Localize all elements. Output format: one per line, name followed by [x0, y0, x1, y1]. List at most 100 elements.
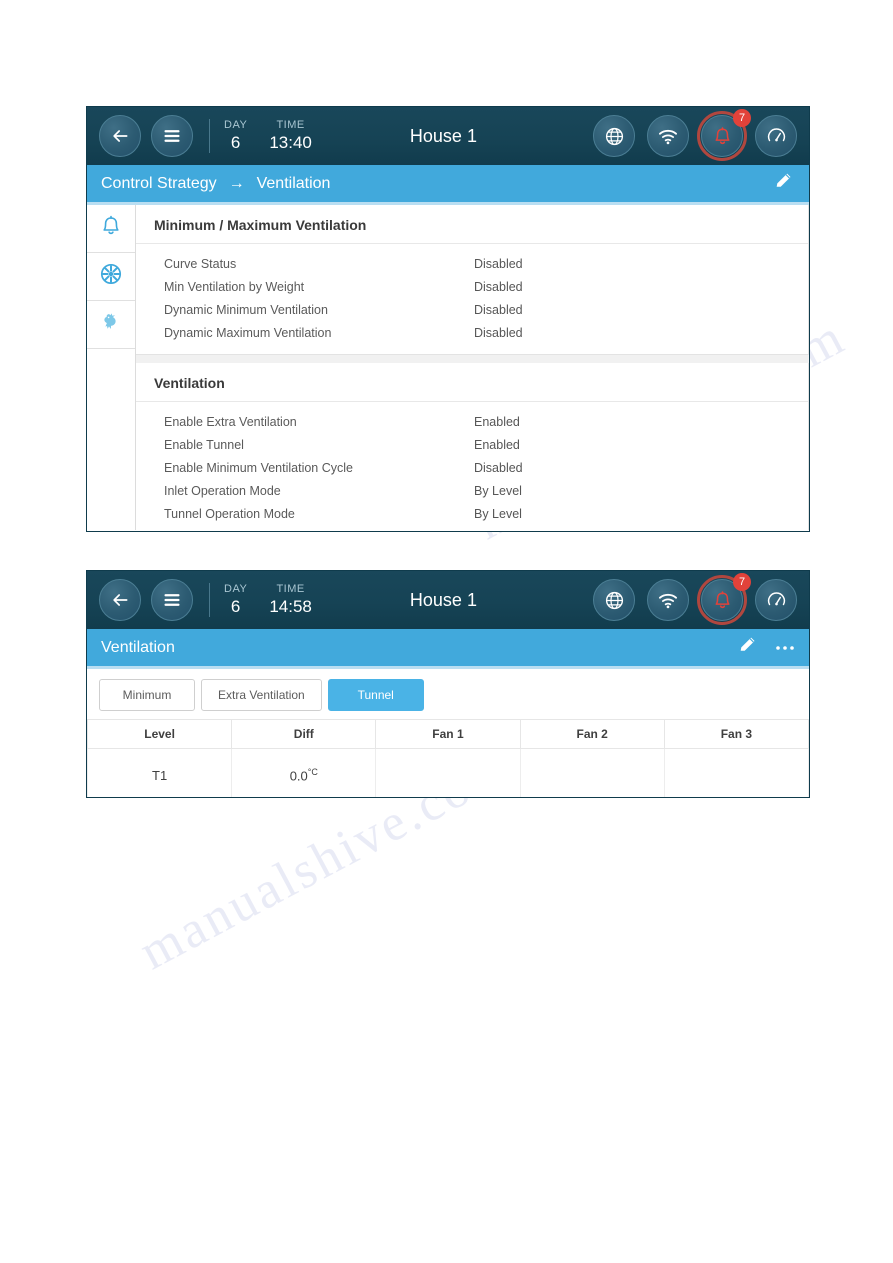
setting-value: Disabled: [474, 325, 523, 340]
back-button[interactable]: [99, 115, 141, 157]
tab-extra-ventilation[interactable]: Extra Ventilation: [201, 679, 322, 711]
setting-label: Enable Extra Ventilation: [164, 414, 297, 429]
setting-row[interactable]: Dynamic Minimum Ventilation Disabled: [136, 298, 808, 321]
cell-fan3[interactable]: [664, 748, 809, 797]
cell-level[interactable]: T1: [87, 748, 233, 797]
setting-row[interactable]: Curve Status Disabled: [136, 252, 808, 275]
alarm-bell-icon: [713, 126, 732, 147]
more-options-icon: [775, 639, 795, 657]
setting-row[interactable]: Dynamic Maximum Ventilation Disabled: [136, 321, 808, 344]
tab-minimum[interactable]: Minimum: [99, 679, 195, 711]
setting-value: By Level: [474, 483, 522, 498]
time-block: TIME 13:40: [269, 118, 312, 154]
card-title: Minimum / Maximum Ventilation: [136, 205, 808, 244]
day-label: DAY: [224, 583, 248, 595]
device-screen-ventilation-table: DAY 6 TIME 14:58 House 1 7 Ventilation M…: [86, 570, 810, 798]
cell-diff[interactable]: 0.0°C: [231, 748, 377, 797]
gauge-button[interactable]: [755, 115, 797, 157]
column-header-fan3: Fan 3: [664, 719, 809, 749]
setting-label: Curve Status: [164, 256, 237, 271]
day-time-group: DAY 6 TIME 13:40: [224, 118, 334, 154]
hamburger-menu-icon: [162, 592, 182, 608]
globe-icon: [604, 590, 625, 611]
globe-button[interactable]: [593, 579, 635, 621]
tunnel-levels-table: Level Diff Fan 1 Fan 2 Fan 3 T1 0.0°C: [87, 719, 809, 797]
time-value: 14:58: [269, 597, 312, 616]
back-button[interactable]: [99, 579, 141, 621]
status-bar: DAY 6 TIME 14:58 House 1 7: [87, 571, 809, 629]
status-bar-actions: 7: [593, 573, 797, 625]
sidebar-item-flock[interactable]: [87, 301, 135, 349]
setting-value: Disabled: [474, 256, 523, 271]
screen-body: Minimum / Maximum Ventilation Curve Stat…: [87, 205, 809, 530]
alarm-button[interactable]: 7: [697, 573, 751, 625]
time-block: TIME 14:58: [269, 582, 312, 618]
setting-value: Enabled: [474, 437, 520, 452]
day-block: DAY 6: [224, 582, 247, 618]
menu-button[interactable]: [151, 579, 193, 621]
table-header-row: Level Diff Fan 1 Fan 2 Fan 3: [87, 719, 809, 749]
setting-label: Inlet Operation Mode: [164, 483, 281, 498]
breadcrumb-bar: Control Strategy → Ventilation: [87, 165, 809, 205]
cell-diff-value: 0.0: [289, 768, 308, 784]
edit-button[interactable]: [773, 170, 795, 197]
setting-label: Dynamic Minimum Ventilation: [164, 302, 328, 317]
wifi-button[interactable]: [647, 115, 689, 157]
table-body: T1 0.0°C: [87, 748, 809, 797]
wifi-button[interactable]: [647, 579, 689, 621]
more-options-button[interactable]: [775, 639, 795, 657]
settings-content: Minimum / Maximum Ventilation Curve Stat…: [136, 205, 809, 530]
column-header-diff: Diff: [231, 719, 377, 749]
day-value: 6: [230, 597, 241, 616]
card-ventilation: Ventilation Enable Extra Ventilation Ena…: [136, 363, 809, 530]
setting-value: Disabled: [474, 279, 523, 294]
column-header-level: Level: [87, 719, 233, 749]
wifi-icon: [657, 127, 679, 145]
globe-button[interactable]: [593, 115, 635, 157]
breadcrumb-current: Ventilation: [256, 174, 331, 192]
setting-row[interactable]: Min Ventilation by Weight Disabled: [136, 275, 808, 298]
pencil-edit-icon: [737, 634, 759, 661]
setting-row[interactable]: Tunnel Operation Mode By Level: [136, 502, 808, 525]
table-row[interactable]: T1 0.0°C: [87, 748, 809, 797]
status-bar: DAY 6 TIME 13:40 House 1 7: [87, 107, 809, 165]
setting-value: Disabled: [474, 302, 523, 317]
menu-button[interactable]: [151, 115, 193, 157]
setting-label: Min Ventilation by Weight: [164, 279, 305, 294]
pencil-edit-icon: [773, 170, 795, 197]
tab-tunnel[interactable]: Tunnel: [327, 679, 424, 711]
page-title: Ventilation: [101, 638, 175, 656]
time-value: 13:40: [269, 133, 312, 152]
sidebar-item-alarms[interactable]: [87, 205, 135, 253]
arrow-left-icon: [110, 590, 130, 610]
day-block: DAY 6: [224, 118, 247, 154]
arrow-left-icon: [110, 126, 130, 146]
setting-row[interactable]: Enable Minimum Ventilation Cycle Disable…: [136, 456, 808, 479]
card-min-max-ventilation: Minimum / Maximum Ventilation Curve Stat…: [136, 205, 809, 355]
card-body: Enable Extra Ventilation Enabled Enable …: [136, 402, 808, 530]
setting-row[interactable]: Enable Extra Ventilation Enabled: [136, 410, 808, 433]
table-head: Level Diff Fan 1 Fan 2 Fan 3: [87, 719, 809, 749]
house-title: House 1: [409, 589, 477, 610]
alarm-button[interactable]: 7: [697, 109, 751, 161]
column-header-fan1: Fan 1: [375, 719, 521, 749]
cell-fan1[interactable]: [375, 748, 521, 797]
sidebar-item-ventilation[interactable]: [87, 253, 135, 301]
setting-row[interactable]: Inlet Operation Mode By Level: [136, 479, 808, 502]
setting-row[interactable]: Enable Tunnel Enabled: [136, 433, 808, 456]
hamburger-menu-icon: [162, 128, 182, 144]
gauge-icon: [766, 126, 787, 147]
column-header-fan2: Fan 2: [520, 719, 665, 749]
cell-fan2[interactable]: [520, 748, 665, 797]
house-title: House 1: [409, 125, 477, 146]
status-bar-divider: [209, 119, 210, 153]
edit-button[interactable]: [737, 634, 759, 661]
gauge-button[interactable]: [755, 579, 797, 621]
breadcrumb-arrow-icon: →: [228, 174, 245, 192]
card-title: Ventilation: [136, 363, 808, 402]
setting-value: Disabled: [474, 460, 523, 475]
ventilation-mode-tabs: Minimum Extra Ventilation Tunnel: [87, 669, 809, 719]
device-screen-control-strategy: DAY 6 TIME 13:40 House 1 7 Control Strat…: [86, 106, 810, 532]
breadcrumb-parent[interactable]: Control Strategy: [101, 175, 217, 193]
icon-sidebar: [87, 205, 136, 530]
